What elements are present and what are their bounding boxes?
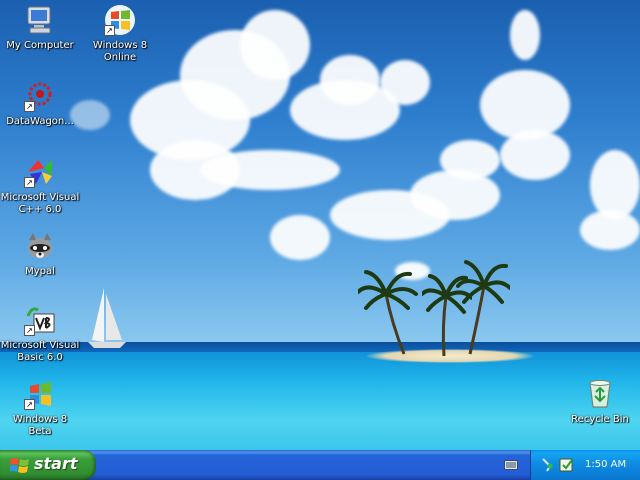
datawagon-icon: ↗	[24, 80, 56, 112]
desktop-icon-windows-8-online[interactable]: ↗ Windows 8 Online	[80, 4, 160, 64]
desktop-icon-mypal[interactable]: Mypal	[0, 230, 80, 278]
start-button[interactable]: start	[0, 450, 96, 480]
sailboat	[88, 288, 126, 348]
visual-basic-icon: ↗	[24, 304, 56, 336]
shortcut-arrow-icon: ↗	[24, 399, 35, 410]
shortcut-arrow-icon: ↗	[104, 25, 115, 36]
desktop-icon-datawagon[interactable]: ↗ DataWagon...	[0, 80, 80, 128]
shortcut-arrow-icon: ↗	[24, 101, 35, 112]
icon-label: Microsoft Visual Basic 6.0	[0, 340, 80, 363]
shortcut-arrow-icon: ↗	[24, 177, 35, 188]
desktop-icon-visual-cpp[interactable]: ↗ Microsoft Visual C++ 6.0	[0, 156, 80, 216]
desktop-icon-my-computer[interactable]: My Computer	[0, 4, 80, 52]
icon-label: Microsoft Visual C++ 6.0	[0, 192, 80, 215]
my-computer-icon	[24, 4, 56, 36]
clock[interactable]: 1:50 AM	[585, 459, 626, 470]
icon-label: Recycle Bin	[571, 414, 629, 425]
icon-label: Windows 8 Beta	[12, 414, 68, 437]
security-icon[interactable]	[559, 457, 575, 473]
icon-label: My Computer	[6, 40, 74, 51]
windows-flag-icon: ↗	[104, 4, 136, 36]
raccoon-icon	[24, 230, 56, 262]
desktop-icon-recycle-bin[interactable]: Recycle Bin	[560, 378, 640, 426]
icon-label: Windows 8 Online	[92, 40, 148, 63]
recycle-bin-icon	[584, 378, 616, 410]
desktop-icon-windows-8-beta[interactable]: ↗ Windows 8 Beta	[0, 378, 80, 438]
visual-cpp-icon: ↗	[24, 156, 56, 188]
palm-tree	[456, 260, 510, 355]
shortcut-arrow-icon: ↗	[24, 325, 35, 336]
network-icon[interactable]	[541, 457, 555, 473]
windows-logo-icon	[10, 458, 29, 473]
keyboard-icon[interactable]	[504, 459, 518, 471]
sea	[0, 352, 640, 450]
icon-label: Mypal	[25, 266, 55, 277]
start-label: start	[34, 454, 78, 473]
desktop-wallpaper	[0, 0, 640, 450]
desktop-icon-visual-basic[interactable]: ↗ Microsoft Visual Basic 6.0	[0, 304, 80, 364]
windows-flag-icon: ↗	[24, 378, 56, 410]
system-tray: 1:50 AM	[530, 450, 640, 480]
taskbar: start 1:50 AM	[0, 450, 640, 480]
icon-label: DataWagon...	[6, 116, 74, 127]
palm-tree	[358, 270, 418, 355]
